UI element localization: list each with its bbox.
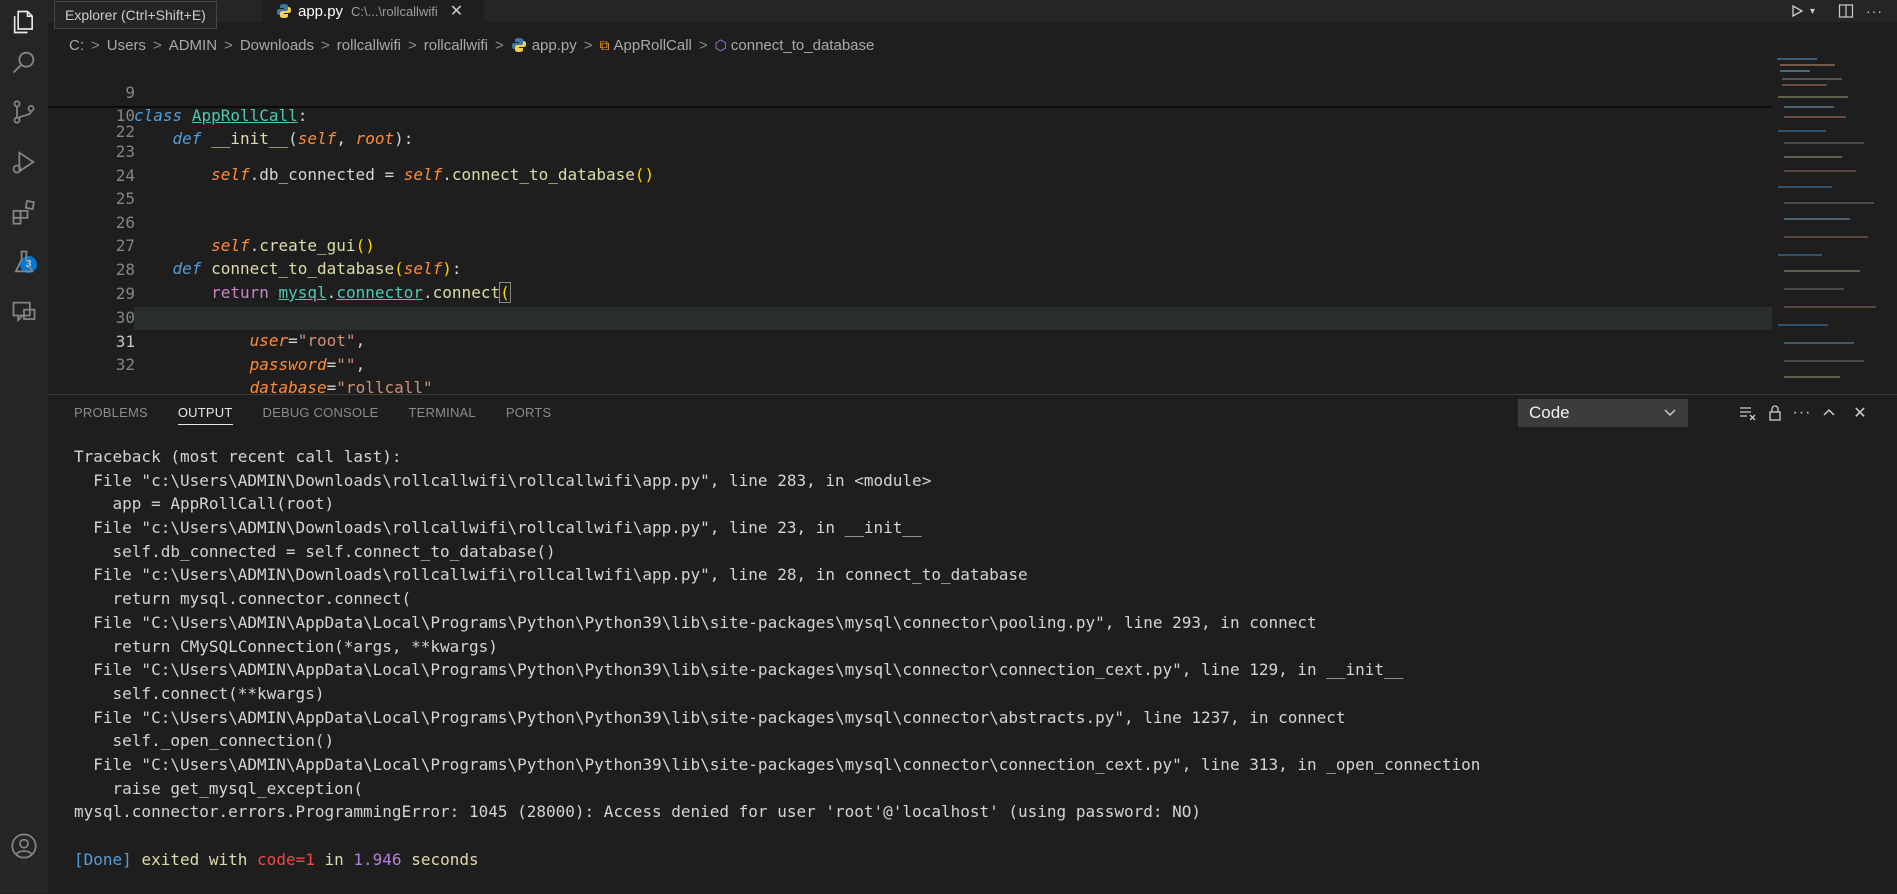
tab-ports[interactable]: PORTS (506, 405, 552, 425)
output-line: Traceback (most recent call last): (74, 447, 402, 466)
done-text: in (324, 849, 344, 869)
output-line: File "c:\Users\ADMIN\Downloads\rollcallw… (74, 470, 932, 490)
python-file-icon (276, 3, 292, 19)
breadcrumb-item[interactable]: Downloads (240, 37, 314, 54)
code-editor[interactable]: 9 class AppRollCall: 10 def __init__(sel… (48, 56, 1772, 397)
code-line-row[interactable]: 28 return mysql.connector.connect( (48, 235, 1772, 303)
breadcrumb-item[interactable]: app.py (532, 37, 577, 54)
method-symbol-icon: ⬡ (714, 36, 727, 53)
breadcrumb-item[interactable]: rollcallwifi (337, 37, 401, 54)
breadcrumb-separator: > (698, 36, 708, 54)
code-line-row[interactable]: 33 ) (48, 354, 1772, 368)
output-line: File "c:\Users\ADMIN\Downloads\rollcallw… (74, 565, 1028, 585)
breadcrumb-separator: > (152, 36, 162, 54)
output-line: File "C:\Users\ADMIN\AppData\Local\Progr… (74, 707, 1346, 727)
breadcrumb-item[interactable]: rollcallwifi (424, 37, 488, 54)
output-line: self.db_connected = self.connect_to_data… (74, 541, 556, 561)
done-line: [Done] exited with code=1 in 1.946 secon… (74, 848, 1874, 872)
tab-debug-console[interactable]: DEBUG CONSOLE (263, 405, 379, 425)
done-text: exited with (141, 849, 248, 869)
breadcrumb: C: > Users > ADMIN > Downloads > rollcallwif… (69, 35, 874, 55)
output-line: self._open_connection() (74, 731, 335, 751)
code-line-row[interactable]: 29 host="localhost", (48, 259, 1772, 326)
breadcrumb-item[interactable]: Users (107, 37, 146, 54)
breadcrumb-separator: > (583, 36, 593, 54)
elapsed-seconds: 1.946 (353, 849, 402, 869)
account-icon[interactable] (0, 824, 48, 868)
breadcrumb-separator: > (494, 36, 504, 54)
done-text: seconds (411, 849, 479, 869)
tab-filename: app.py (298, 2, 344, 20)
tab-terminal[interactable]: TERMINAL (409, 405, 476, 425)
run-python-file-icon[interactable] (1790, 0, 1804, 22)
explorer-tooltip: Explorer (Ctrl+Shift+E) (54, 1, 217, 29)
exit-code: code=1 (257, 849, 315, 869)
minimap[interactable] (1772, 56, 1897, 394)
breadcrumb-separator: > (321, 36, 330, 54)
testing-icon[interactable] (0, 240, 48, 284)
output-line: File "c:\Users\ADMIN\Downloads\rollcallw… (74, 518, 922, 538)
breadcrumb-item[interactable]: connect_to_database (731, 37, 874, 54)
breadcrumb-separator: > (224, 36, 233, 54)
breadcrumb-item[interactable]: AppRollCall (614, 37, 692, 54)
bottom-panel: PROBLEMS OUTPUT DEBUG CONSOLE TERMINAL P… (48, 394, 1897, 894)
python-file-icon (511, 37, 527, 53)
output-line: File "C:\Users\ADMIN\AppData\Local\Progr… (74, 612, 1317, 632)
output-line: raise get_mysql_exception( (74, 778, 363, 798)
tab-output[interactable]: OUTPUT (177, 405, 233, 425)
close-tab-icon[interactable]: ✕ (450, 1, 463, 21)
breadcrumb-separator: > (407, 36, 417, 54)
extensions-icon[interactable] (0, 190, 48, 234)
editor-tab-app-py[interactable]: app.py C:\...\rollcallwifi ✕ (262, 0, 484, 22)
output-channel-value: Code (1529, 403, 1570, 422)
code-line-row[interactable]: 25 (48, 164, 1772, 208)
code-line-row[interactable]: 32 database="rollcall" (48, 330, 1772, 397)
more-actions-icon[interactable]: ··· (1866, 0, 1883, 22)
output-line: self.connect(**kwargs) (74, 683, 325, 703)
code-line-row[interactable]: 27 def connect_to_database(self): (48, 211, 1772, 278)
code-line-row[interactable]: 26 self.create_gui() (48, 188, 1772, 255)
output-log[interactable]: Traceback (most recent call last): File … (74, 445, 1874, 871)
breadcrumb-item[interactable]: C: (69, 37, 84, 54)
close-panel-icon[interactable]: ✕ (1850, 403, 1870, 423)
activity-bar: 3 (0, 0, 48, 893)
done-tag: [Done] (74, 849, 132, 869)
remote-explorer-icon[interactable] (0, 290, 48, 334)
sticky-line[interactable]: 9 class AppRollCall: (48, 58, 1772, 125)
output-line: File "C:\Users\ADMIN\AppData\Local\Progr… (74, 660, 1404, 680)
output-line: mysql.connector.errors.ProgrammingError:… (74, 802, 1202, 822)
run-debug-icon[interactable] (0, 140, 48, 184)
code-line-row[interactable]: 23 self.db_connected = self.connect_to_d… (48, 117, 1772, 184)
more-actions-icon[interactable]: ··· (1792, 403, 1812, 423)
source-control-icon[interactable] (0, 90, 48, 134)
code-line-row[interactable]: 24 (48, 141, 1772, 185)
output-channel-select[interactable]: Code (1518, 399, 1688, 427)
run-options-chevron-icon[interactable]: ▾ (1810, 0, 1815, 22)
output-line: app = AppRollCall(root) (74, 494, 335, 514)
class-symbol-icon: ⧉ (599, 36, 610, 53)
code-line-row[interactable]: 31 password="", (48, 307, 1772, 374)
code-line-row[interactable]: 30 user="root", (48, 283, 1772, 350)
panel-tabs: PROBLEMS OUTPUT DEBUG CONSOLE TERMINAL P… (74, 405, 581, 425)
tab-problems[interactable]: PROBLEMS (74, 405, 148, 425)
breadcrumb-item[interactable]: ADMIN (169, 37, 217, 54)
clear-output-icon[interactable] (1738, 403, 1758, 423)
output-line: return mysql.connector.connect( (74, 589, 412, 609)
breadcrumb-separator: > (91, 36, 100, 54)
tab-path: C:\...\rollcallwifi (351, 3, 438, 19)
lock-scroll-icon[interactable] (1765, 403, 1785, 423)
output-line: File "C:\Users\ADMIN\AppData\Local\Progr… (74, 754, 1481, 774)
split-editor-icon[interactable] (1838, 0, 1854, 22)
explorer-icon[interactable] (0, 0, 48, 44)
output-line: return CMySQLConnection(*args, **kwargs) (74, 636, 498, 656)
chevron-down-icon (1663, 404, 1677, 424)
maximize-panel-icon[interactable] (1819, 403, 1839, 423)
search-icon[interactable] (0, 40, 48, 84)
